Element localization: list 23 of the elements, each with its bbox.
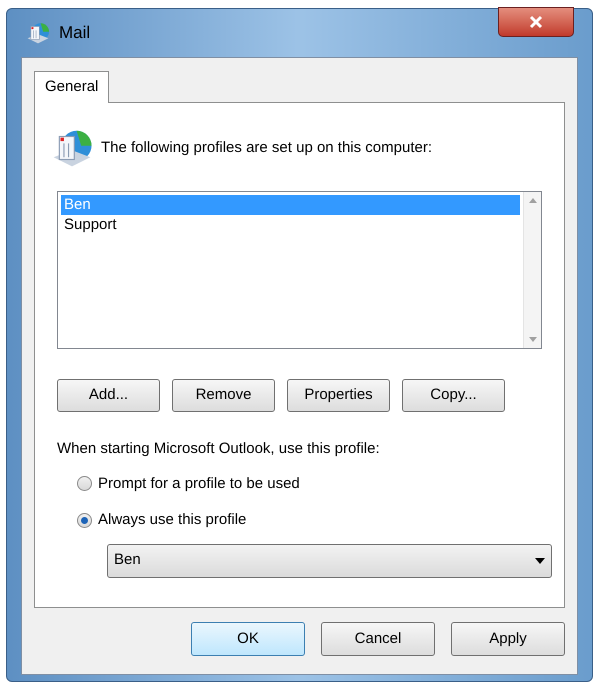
dialog-button[interactable]: Cancel — [321, 622, 435, 656]
intro-text: The following profiles are set up on this computer: — [101, 138, 432, 158]
profile-button[interactable]: Remove — [172, 379, 275, 412]
profile-item[interactable]: Support — [61, 215, 520, 235]
scrollbar[interactable] — [523, 192, 541, 348]
tab[interactable]: General — [34, 71, 110, 103]
profile-button[interactable]: Add... — [57, 379, 160, 412]
profile-button[interactable]: Copy... — [402, 379, 505, 412]
close-button[interactable] — [498, 7, 574, 37]
profile-button[interactable]: Properties — [287, 379, 390, 412]
radio-button[interactable] — [77, 512, 92, 528]
dialog-button[interactable]: OK — [191, 622, 305, 656]
scroll-up-icon — [528, 198, 536, 203]
radio-label: Prompt for a profile to be used — [98, 474, 300, 494]
window-title: Mail — [59, 22, 90, 44]
profile-dropdown[interactable]: Ben — [107, 544, 552, 578]
dialog-button[interactable]: Apply — [451, 622, 565, 656]
dropdown-caret-icon — [535, 558, 545, 564]
startup-label: When starting Microsoft Outlook, use this profile: — [57, 439, 381, 459]
radio-label: Always use this profile — [98, 510, 246, 530]
scroll-down-icon — [528, 337, 536, 342]
radio-button[interactable] — [77, 476, 92, 492]
close-icon — [529, 15, 543, 29]
